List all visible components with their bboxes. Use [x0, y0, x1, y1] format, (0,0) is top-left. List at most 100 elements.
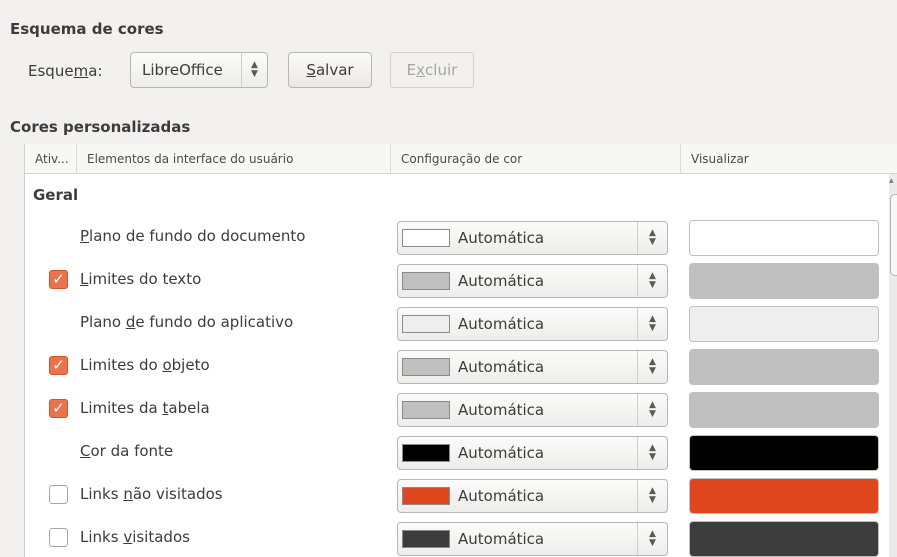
row-label-post: e fundo do aplicativo: [135, 313, 294, 331]
row-label-accel: o: [162, 356, 172, 374]
column-header-on[interactable]: Ativ...: [25, 144, 77, 174]
row-label-pre: Plano: [80, 313, 126, 331]
row-checkbox[interactable]: ✓: [49, 356, 68, 375]
color-select[interactable]: Automática ▲ ▼: [397, 479, 668, 513]
spin-arrows-icon[interactable]: ▲ ▼: [241, 53, 267, 87]
table-row[interactable]: Links visitados Automática ▲ ▼: [25, 516, 897, 557]
table-row[interactable]: Links não visitados Automática ▲ ▼: [25, 473, 897, 516]
spin-arrows-icon[interactable]: ▲ ▼: [637, 480, 667, 512]
color-name: Automática: [458, 487, 545, 505]
row-checkbox[interactable]: ✓: [49, 399, 68, 418]
row-label-post: or da fonte: [90, 442, 174, 460]
row-label: Limites do objeto: [80, 356, 210, 374]
scrollbar-thumb[interactable]: [890, 194, 897, 276]
color-select[interactable]: Automática ▲ ▼: [397, 522, 668, 556]
color-preview: [689, 306, 879, 342]
row-checkbox[interactable]: [49, 485, 68, 504]
color-swatch: [402, 229, 450, 247]
row-label: Limites da tabela: [80, 399, 210, 417]
row-label-pre: Links: [80, 528, 124, 546]
column-header-element[interactable]: Elementos da interface do usuário: [77, 144, 391, 174]
color-preview: [689, 349, 879, 385]
scheme-select-value: LibreOffice: [142, 61, 223, 79]
color-select[interactable]: Automática ▲ ▼: [397, 307, 668, 341]
color-name: Automática: [458, 272, 545, 290]
spin-arrows-icon[interactable]: ▲ ▼: [637, 437, 667, 469]
scheme-label-suffix: a:: [88, 62, 103, 80]
save-button-label: alvar: [315, 61, 354, 79]
color-preview: [689, 435, 879, 471]
spin-arrows-icon[interactable]: ▲ ▼: [637, 222, 667, 254]
column-header-preview[interactable]: Visualizar: [681, 144, 897, 174]
color-name: Automática: [458, 358, 545, 376]
color-select[interactable]: Automática ▲ ▼: [397, 350, 668, 384]
color-swatch: [402, 444, 450, 462]
color-preview: [689, 392, 879, 428]
row-label: Links visitados: [80, 528, 190, 546]
scheme-label: Esquema:: [28, 62, 102, 80]
custom-colors-table: Ativ... Elementos da interface do usuári…: [24, 144, 897, 557]
row-label-accel: v: [123, 528, 133, 546]
checkmark-icon: ✓: [52, 399, 65, 417]
row-label: Cor da fonte: [80, 442, 173, 460]
spin-arrows-icon[interactable]: ▲ ▼: [637, 394, 667, 426]
color-swatch: [402, 401, 450, 419]
table-row[interactable]: ✓ Limites do objeto Automática ▲ ▼: [25, 344, 897, 387]
row-label-accel: C: [80, 442, 91, 460]
save-button[interactable]: Salvar: [288, 52, 372, 88]
spin-arrows-icon[interactable]: ▲ ▼: [637, 308, 667, 340]
row-checkbox[interactable]: ✓: [49, 270, 68, 289]
row-label: Plano de fundo do documento: [80, 227, 305, 245]
table-row[interactable]: Plano de fundo do aplicativo Automática ▲ ▼: [25, 301, 897, 344]
color-select[interactable]: Automática ▲ ▼: [397, 264, 668, 298]
color-swatch: [402, 530, 450, 548]
color-select[interactable]: Automática ▲ ▼: [397, 221, 668, 255]
color-name: Automática: [458, 530, 545, 548]
table-row[interactable]: Cor da fonte Automática ▲ ▼: [25, 430, 897, 473]
row-label-accel: d: [125, 313, 136, 331]
row-label-post: abela: [168, 399, 210, 417]
color-preview: [689, 478, 879, 514]
delete-button-label: cluir: [425, 61, 458, 79]
row-checkbox[interactable]: [49, 528, 68, 547]
color-name: Automática: [458, 229, 545, 247]
color-swatch: [402, 315, 450, 333]
delete-button-accel: x: [416, 61, 426, 79]
checkmark-icon: ✓: [52, 270, 65, 288]
color-name: Automática: [458, 401, 545, 419]
delete-button-prefix: E: [406, 61, 417, 79]
row-label-post: ão visitados: [132, 485, 223, 503]
scroll-up-icon[interactable]: ▴: [889, 176, 894, 186]
row-label: Limites do texto: [80, 270, 201, 288]
table-header: Ativ... Elementos da interface do usuári…: [25, 144, 897, 174]
row-label-post: imites do texto: [88, 270, 202, 288]
scheme-label-prefix: Esque: [28, 62, 74, 80]
row-label: Plano de fundo do aplicativo: [80, 313, 293, 331]
spin-arrows-icon[interactable]: ▲ ▼: [637, 523, 667, 555]
color-preview: [689, 220, 879, 256]
spin-arrows-icon[interactable]: ▲ ▼: [637, 265, 667, 297]
color-select[interactable]: Automática ▲ ▼: [397, 436, 668, 470]
color-swatch: [402, 272, 450, 290]
row-label-post: bjeto: [171, 356, 210, 374]
row-label-pre: Links: [80, 485, 124, 503]
table-row[interactable]: ✓ Limites da tabela Automática ▲ ▼: [25, 387, 897, 430]
color-preview: [689, 263, 879, 299]
row-label: Links não visitados: [80, 485, 223, 503]
spin-arrows-icon[interactable]: ▲ ▼: [637, 351, 667, 383]
save-button-accel: S: [306, 61, 316, 79]
delete-button[interactable]: Ex cluir: [390, 52, 474, 88]
color-swatch: [402, 358, 450, 376]
color-swatch: [402, 487, 450, 505]
vertical-scrollbar[interactable]: ▴: [889, 174, 897, 557]
scheme-section-title: Esquema de cores: [10, 20, 164, 38]
row-label-post: isitados: [132, 528, 190, 546]
table-row[interactable]: Plano de fundo do documento Automática ▲ ▼: [25, 215, 897, 258]
color-select[interactable]: Automática ▲ ▼: [397, 393, 668, 427]
column-header-color-setting[interactable]: Configuração de cor: [391, 144, 681, 174]
table-row[interactable]: ✓ Limites do texto Automática ▲ ▼: [25, 258, 897, 301]
scheme-select[interactable]: LibreOffice ▲ ▼: [130, 52, 268, 88]
group-title-general: Geral: [33, 186, 79, 204]
color-preview: [689, 521, 879, 557]
checkmark-icon: ✓: [52, 356, 65, 374]
